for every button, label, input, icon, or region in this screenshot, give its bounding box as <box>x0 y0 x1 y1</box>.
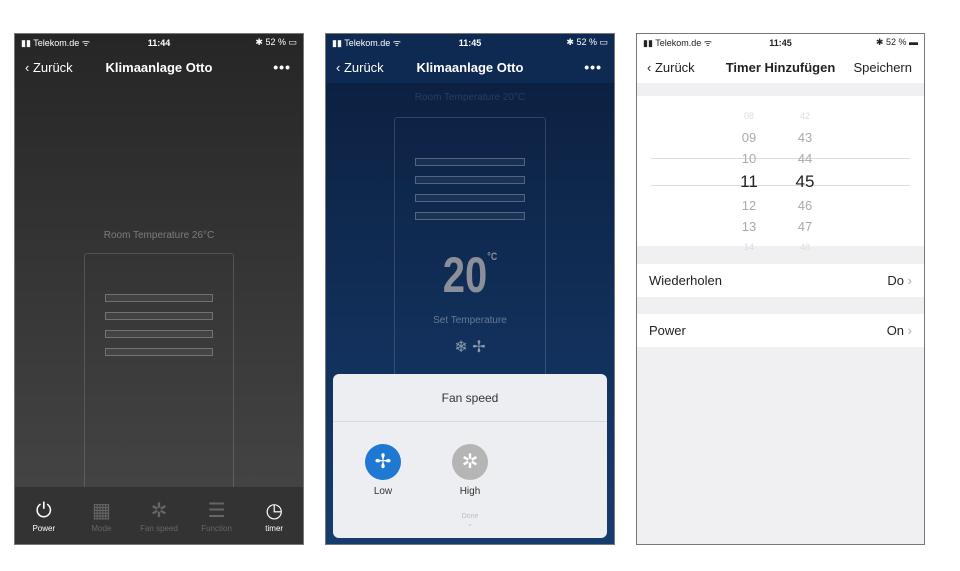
battery: ✱ 52 % ▬ <box>875 37 918 47</box>
back-button[interactable]: ‹ Zurück <box>336 60 384 75</box>
tab-timer[interactable]: ◷ timer <box>249 498 299 533</box>
screen-add-timer: ▮▮ Telekom.de ᯤ 11:45 ✱ 52 % ▬ ‹ Zurück … <box>636 33 925 545</box>
tab-mode[interactable]: ▦ Mode <box>76 498 126 533</box>
back-button[interactable]: ‹ Zurück <box>647 60 695 75</box>
tab-bar: ⏻ Power ▦ Mode ✲ Fan speed ☰ Function ◷ timer <box>15 487 303 544</box>
ac-unit-illustration <box>84 253 234 493</box>
menu-icon: ☰ <box>207 500 226 522</box>
carrier: ▮▮ Telekom.de ᯤ <box>332 38 401 48</box>
chevron-right-icon: › <box>907 323 912 338</box>
set-temperature-label: Set Temperature <box>433 315 507 326</box>
carrier: ▮▮ Telekom.de ᯤ <box>643 38 712 48</box>
mode-icon: ▦ <box>91 500 111 522</box>
tab-function[interactable]: ☰ Function <box>192 498 242 533</box>
room-temperature: Room Temperature 26°C <box>103 230 215 241</box>
save-button[interactable]: Speichern <box>853 60 912 75</box>
screen-ac-main: ▮▮ Telekom.de ᯤ 11:44 ✱ 52 % ▭ ‹ Zurück … <box>14 33 304 545</box>
power-icon: ⏻ <box>35 500 52 522</box>
hour-wheel[interactable]: 08 09 10 11 12 13 14 <box>729 106 769 258</box>
battery: ✱ 52 % ▭ <box>255 37 297 47</box>
room-temperature: Room Temperature 20°C <box>414 92 526 103</box>
fan-option-high[interactable]: ✲ High <box>450 444 490 497</box>
screen-fan-speed: ▮▮ Telekom.de ᯤ 11:45 ✱ 52 % ▭ ‹ Zurück … <box>325 33 615 545</box>
nav-bar: ‹ Zurück Klimaanlage Otto ••• <box>15 51 303 83</box>
back-button[interactable]: ‹ Zurück <box>25 60 73 75</box>
fan-speed-dialog: Fan speed ✢ Low ✲ High Done ⌄ <box>333 374 607 538</box>
status-bar: ▮▮ Telekom.de ᯤ 11:45 ✱ 52 % ▭ <box>326 34 614 51</box>
more-button[interactable]: ••• <box>584 59 602 75</box>
battery: ✱ 52 % ▭ <box>566 37 608 47</box>
fan-icon: ✢ <box>365 444 401 480</box>
more-button[interactable]: ••• <box>273 59 291 75</box>
dialog-title: Fan speed <box>333 374 607 422</box>
fan-icon: ✲ <box>452 444 488 480</box>
tab-power[interactable]: ⏻ Power <box>19 498 69 533</box>
fan-icon: ✢ <box>472 339 486 356</box>
chevron-right-icon: › <box>907 273 912 288</box>
clock-icon: ◷ <box>265 500 283 522</box>
status-bar: ▮▮ Telekom.de ᯤ 11:45 ✱ 52 % ▬ <box>637 34 924 51</box>
power-row[interactable]: Power On › <box>637 314 924 347</box>
fan-icon: ✲ <box>150 500 168 522</box>
status-bar: ▮▮ Telekom.de ᯤ 11:44 ✱ 52 % ▭ <box>15 34 303 51</box>
repeat-row[interactable]: Wiederholen Do › <box>637 264 924 297</box>
set-temperature: 20°C <box>442 247 498 303</box>
minute-wheel[interactable]: 42 43 44 45 46 47 48 <box>785 106 825 258</box>
carrier: ▮▮ Telekom.de ᯤ <box>21 38 90 48</box>
tab-fan-speed[interactable]: ✲ Fan speed <box>134 498 184 533</box>
done-button[interactable]: Done ⌄ <box>333 513 607 528</box>
nav-bar: ‹ Zurück Klimaanlage Otto ••• <box>326 51 614 83</box>
snowflake-icon: ❄ <box>454 339 468 356</box>
fan-option-low[interactable]: ✢ Low <box>363 444 403 497</box>
time-picker[interactable]: 08 09 10 11 12 13 14 42 43 44 45 46 47 48 <box>637 96 924 252</box>
nav-bar: ‹ Zurück Timer Hinzufügen Speichern <box>637 51 924 83</box>
